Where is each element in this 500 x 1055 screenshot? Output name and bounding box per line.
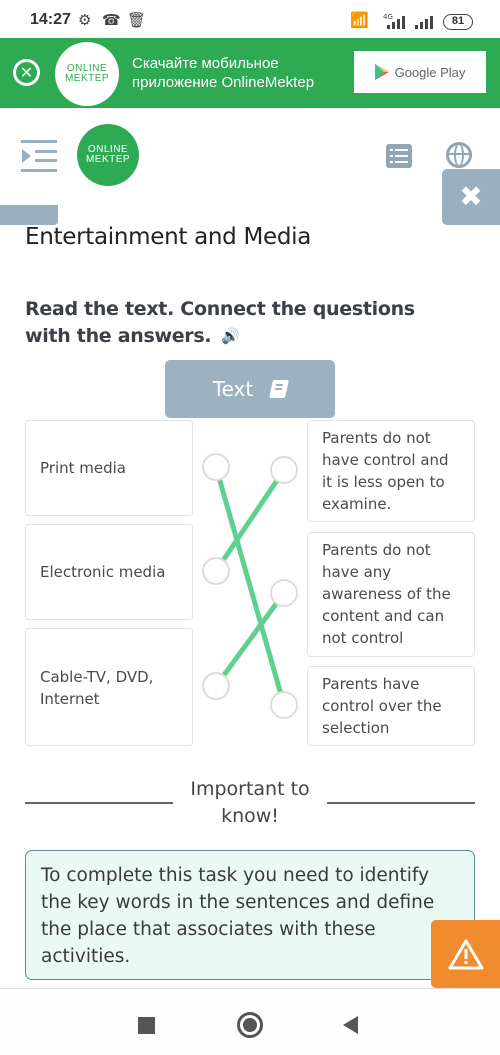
back-icon[interactable] [343,1016,358,1034]
answer-text: Parents have control over the selection [322,675,442,737]
connection-line [213,468,287,573]
banner-message-line: Скачайте мобильное [132,55,279,72]
page-title: Entertainment and Media [25,224,312,250]
open-text-button[interactable]: Text [165,360,335,418]
google-play-button[interactable]: Google Play [354,51,486,93]
warning-icon [448,939,483,970]
logo-text: MEKTEP [85,154,131,165]
side-tab-handle[interactable] [0,205,58,225]
book-icon [269,380,290,398]
globe-icon[interactable] [446,142,472,168]
question-text: Cable-TV, DVD, Internet [40,668,154,708]
status-bar: 14:27 ⚙ ☎ 🗑 📶 4G 81 [0,0,500,38]
connection-line [213,591,287,688]
banner-logo: ONLINE MEKTEP [55,42,119,106]
question-text: Print media [40,459,126,477]
divider [25,802,173,804]
question-card[interactable]: Electronic media [25,524,193,620]
text-button-label: Text [212,377,254,401]
google-play-icon [374,64,389,80]
close-button[interactable]: ✖ [442,169,500,225]
banner-message-line: приложение OnlineMektep [132,74,315,91]
answer-card[interactable]: Parents have control over the selection [307,666,475,746]
question-connector[interactable] [202,557,230,585]
close-circle-icon[interactable]: ✕ [13,59,40,86]
answer-connector[interactable] [270,456,298,484]
banner-message: Скачайте мобильное приложение OnlineMekt… [132,54,314,92]
gear-icon: ⚙ [78,11,92,29]
important-heading: Important to know! [190,778,310,827]
answer-connector[interactable] [270,691,298,719]
signal-icon-1 [387,16,405,29]
question-text: Electronic media [40,563,166,581]
answer-text: Parents do not have any awareness of the… [322,541,451,647]
report-issue-button[interactable] [431,920,500,988]
answer-card[interactable]: Parents do not have control and it is le… [307,420,475,522]
question-connector[interactable] [202,672,230,700]
hint-box: To complete this task you need to identi… [25,850,475,980]
recents-icon[interactable] [138,1017,155,1034]
question-card[interactable]: Print media [25,420,193,516]
answer-connector[interactable] [270,579,298,607]
answer-card[interactable]: Parents do not have any awareness of the… [307,532,475,657]
google-play-label: Google Play [394,64,466,80]
logo-text: MEKTEP [64,73,110,84]
home-icon[interactable] [237,1012,263,1038]
app-download-banner: ✕ ONLINE MEKTEP Скачайте мобильное прило… [0,38,500,108]
signal-icon-2 [415,16,433,29]
onlinemektep-logo[interactable]: ONLINE MEKTEP [77,124,139,186]
speaker-icon[interactable]: 🔊 [221,323,240,350]
task-instruction: Read the text. Connect the questions wit… [25,296,465,350]
wifi-icon: 📶 [350,11,369,29]
list-icon[interactable] [386,144,412,168]
status-time: 14:27 [30,11,71,28]
battery-indicator: 81 [443,14,473,30]
answer-text: Parents do not have control and it is le… [322,429,449,513]
sidebar-toggle-icon[interactable] [21,140,57,172]
instruction-text: Read the text. Connect the questions wit… [25,298,415,347]
divider [327,802,475,804]
trash-icon: 🗑 [127,11,147,29]
system-nav-bar [0,988,500,1055]
question-connector[interactable] [202,453,230,481]
question-card[interactable]: Cable-TV, DVD, Internet [25,628,193,746]
missed-call-icon: ☎ [102,11,121,29]
